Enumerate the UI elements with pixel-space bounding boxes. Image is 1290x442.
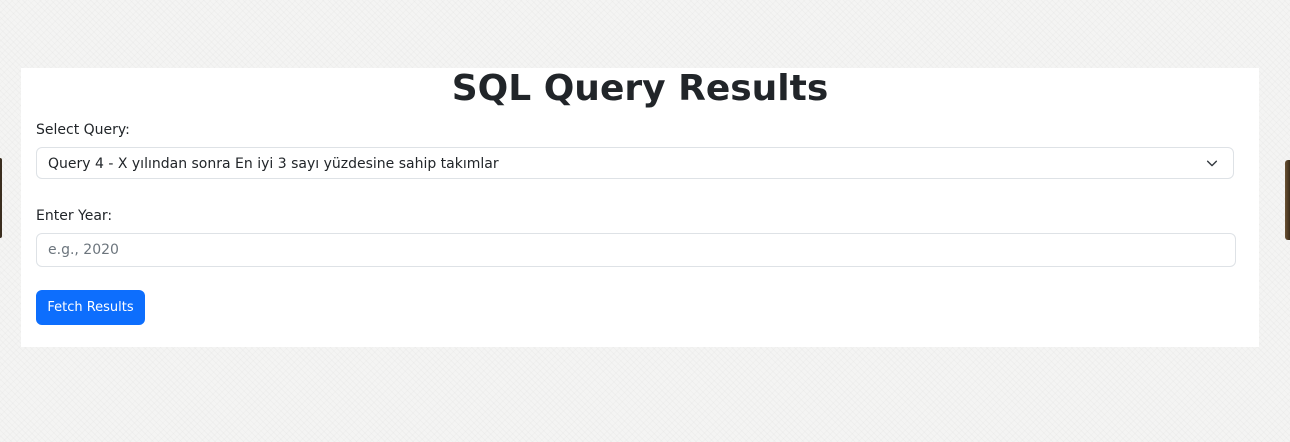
chevron-down-icon — [1206, 160, 1218, 167]
page-title: SQL Query Results — [451, 68, 829, 109]
query-select[interactable]: Query 4 - X yılından sonra En iyi 3 sayı… — [36, 147, 1234, 179]
enter-year-label: Enter Year: — [36, 208, 113, 224]
query-select-value: Query 4 - X yılından sonra En iyi 3 sayı… — [48, 156, 499, 172]
query-card: SQL Query Results Select Query: Query 4 … — [21, 68, 1259, 347]
year-input[interactable] — [36, 233, 1236, 267]
right-window-edge — [1285, 160, 1290, 240]
select-query-label: Select Query: — [36, 122, 130, 138]
fetch-results-button[interactable]: Fetch Results — [36, 290, 145, 325]
left-window-edge — [0, 158, 2, 238]
